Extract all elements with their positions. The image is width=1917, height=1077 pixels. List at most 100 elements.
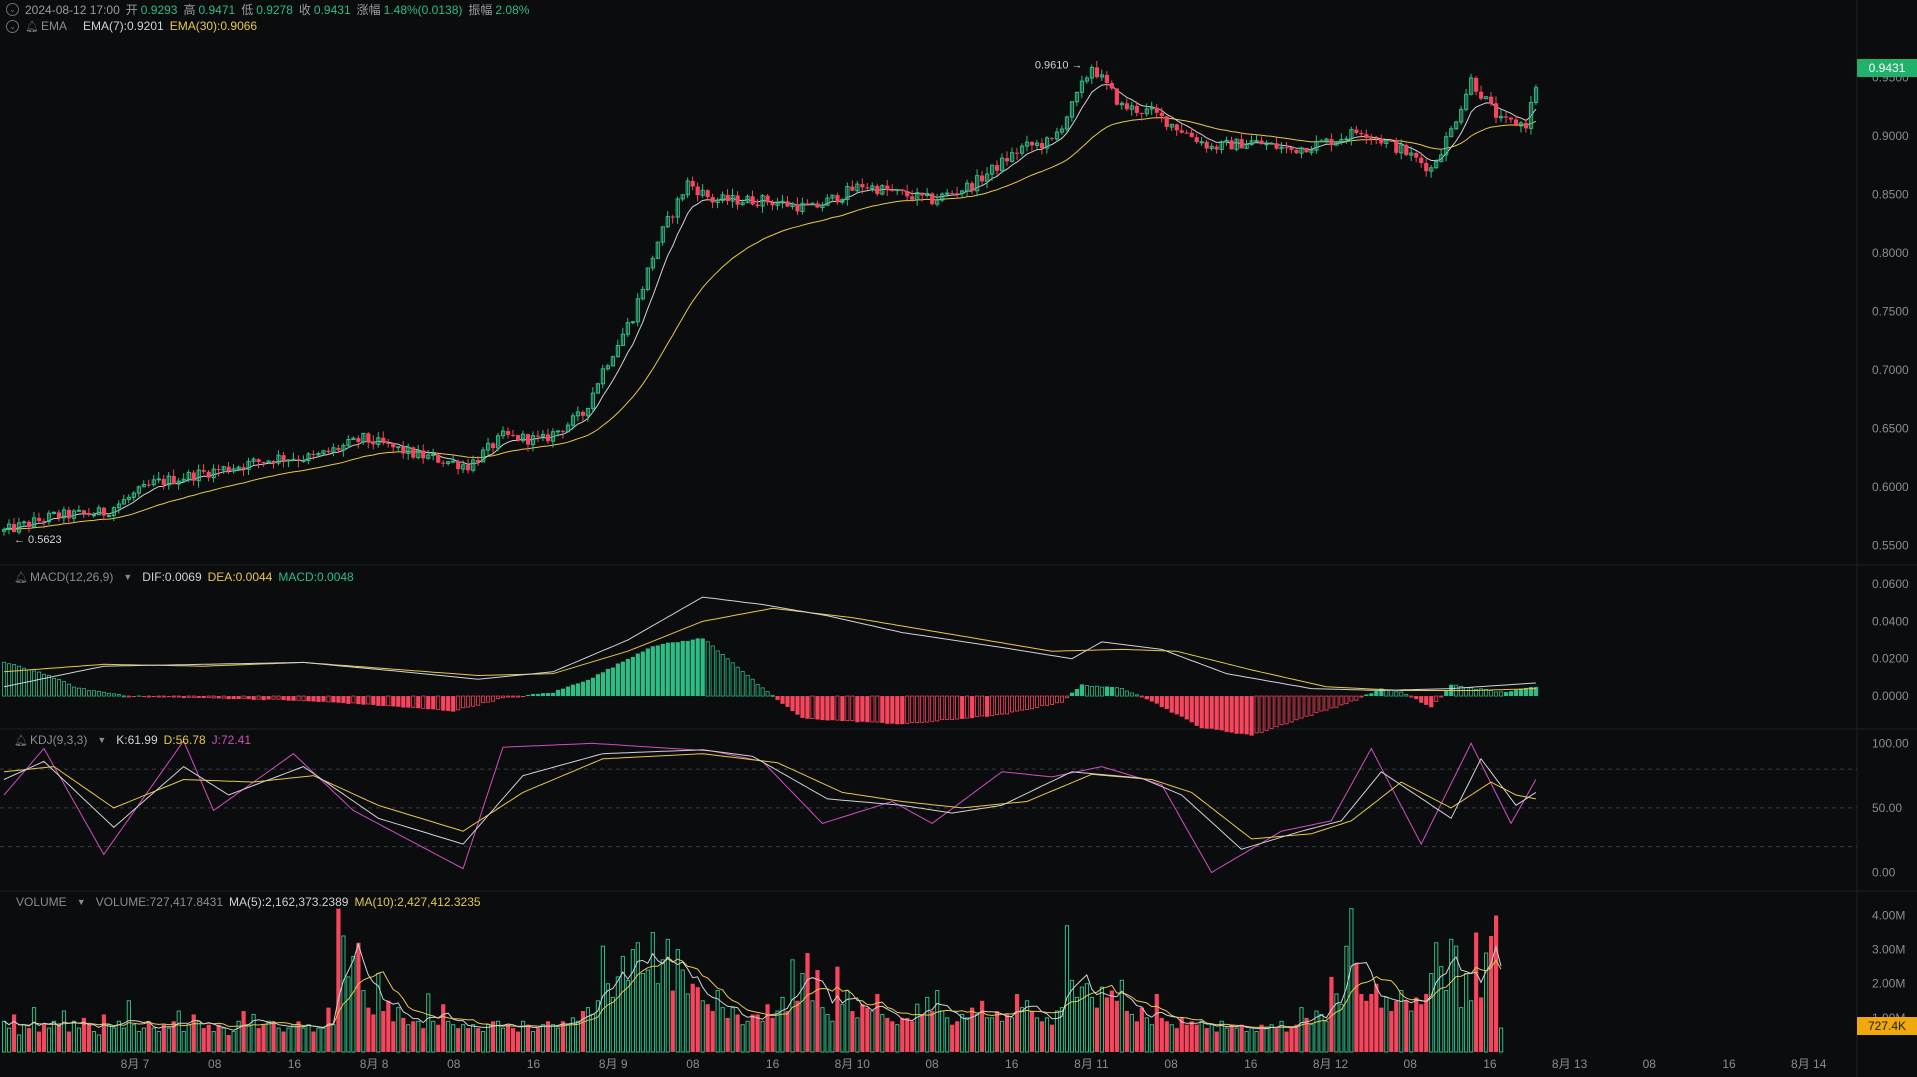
candle-body [1194,137,1199,143]
macd-histogram-bar [1154,696,1159,704]
macd-histogram-bar [27,669,32,697]
volume-bar [346,976,351,1053]
volume-bar [895,1024,900,1053]
macd-histogram-bar [1149,696,1154,702]
volume-bar [1274,1028,1279,1052]
macd-histogram-bar [900,696,905,725]
volume-bar [111,1027,116,1053]
candle-body [226,466,231,472]
volume-bar [920,1014,925,1052]
macd-histogram-bar [935,695,940,722]
collapse-icon[interactable]: ⌄ [6,3,19,16]
volume-bar [276,1027,281,1053]
macd-histogram-bar [880,696,885,723]
bell-icon[interactable]: 🔔︎ [14,571,28,584]
macd-histogram-bar [451,696,456,712]
macd-histogram-bar [1124,690,1129,697]
kdj-axis-tick: 100.00 [1872,736,1909,750]
macd-histogram-bar [1518,688,1524,697]
macd-histogram-bar [306,696,311,702]
candle-body [755,204,760,207]
candle-body [875,185,880,195]
candle-body [1264,143,1269,146]
macd-histogram-bar [381,696,386,706]
bell-icon[interactable]: 🔔︎ [14,734,28,747]
volume-bar [1109,990,1114,1052]
macd-histogram-bar [266,696,271,700]
macd-histogram-bar [221,695,226,699]
macd-histogram-bar [665,642,670,697]
volume-bar [1424,993,1429,1052]
macd-histogram-bar [336,696,341,703]
macd-histogram-bar [116,694,121,697]
dropdown-caret-icon[interactable]: ▼ [77,897,86,907]
candle-body [1369,137,1374,139]
macd-histogram-bar [670,642,675,697]
macd-histogram-bar [660,644,665,697]
price-axis-tick: 0.6000 [1872,480,1909,494]
kdj-axis-tick: 50.00 [1872,801,1902,815]
macd-histogram-bar [191,695,196,698]
macd-histogram-bar [550,692,556,697]
volume-bar [1289,1028,1294,1052]
macd-histogram-bar [1219,696,1224,731]
volume-bar [1294,1024,1299,1052]
dropdown-caret-icon[interactable]: ▼ [97,735,106,745]
volume-bar [615,976,620,1053]
kdj-indicator-name[interactable]: KDJ(9,3,3) [30,733,87,747]
time-axis-tick: 16 [1244,1057,1258,1071]
candle-body [920,192,925,196]
macd-histogram-bar [276,695,281,700]
chart-canvas[interactable]: 0.95000.90000.85000.80000.75000.70000.65… [0,0,1917,1077]
macd-histogram-bar [860,696,865,722]
bell-icon[interactable]: 🔔︎ [25,20,39,33]
ema-indicator-name[interactable]: EMA [41,19,67,33]
macd-histogram-bar [426,696,431,710]
collapse-icon[interactable]: ⌄ [6,19,19,33]
time-axis-tick: 8月 9 [599,1057,628,1071]
macd-histogram-bar [1074,689,1080,697]
volume-bar [555,1027,561,1053]
macd-histogram-bar [855,696,860,723]
candle-body [1359,133,1364,135]
volume-bar [6,1027,12,1053]
volume-bar [1174,1028,1179,1052]
macd-indicator-name[interactable]: MACD(12,26,9) [30,570,113,584]
candle-body [476,460,481,462]
dropdown-caret-icon[interactable]: ▼ [123,572,132,582]
candle-body [895,189,900,192]
candle-body [401,446,406,454]
macd-histogram-bar [520,696,526,698]
volume-bar [361,990,366,1053]
macd-histogram-bar [1084,685,1089,697]
volume-bar [1254,1031,1259,1053]
volume-bar [510,1028,516,1052]
macd-histogram-bar [76,687,81,697]
volume-bar [451,1024,456,1053]
volume-bar [850,1011,855,1052]
candle-body [421,450,426,459]
candle-body [1284,147,1289,149]
volume-indicator-name[interactable]: VOLUME [16,895,67,909]
macd-histogram-bar [471,695,476,707]
candle-body [1394,140,1399,153]
volume-bar [1434,942,1439,1053]
macd-histogram-bar [745,674,750,697]
candle-body [1503,116,1509,118]
volume-bar [116,1020,121,1053]
volume-bar [1409,1010,1414,1053]
volume-bar [396,1007,401,1053]
volume-bar [206,1024,211,1052]
volume-bar [580,1011,586,1052]
macd-histogram-bar [1374,690,1379,697]
candle-body [1329,139,1334,146]
volume-bar [720,1007,725,1053]
candle-body [466,464,471,471]
macd-histogram-bar [1279,695,1284,726]
volume-bar [1349,908,1354,1053]
amplitude-value: 2.08% [495,2,530,17]
macd-histogram-bar [775,696,780,700]
macd-histogram-bar [1414,696,1419,700]
candle-body [1014,152,1020,154]
volume-bar [341,935,346,1053]
